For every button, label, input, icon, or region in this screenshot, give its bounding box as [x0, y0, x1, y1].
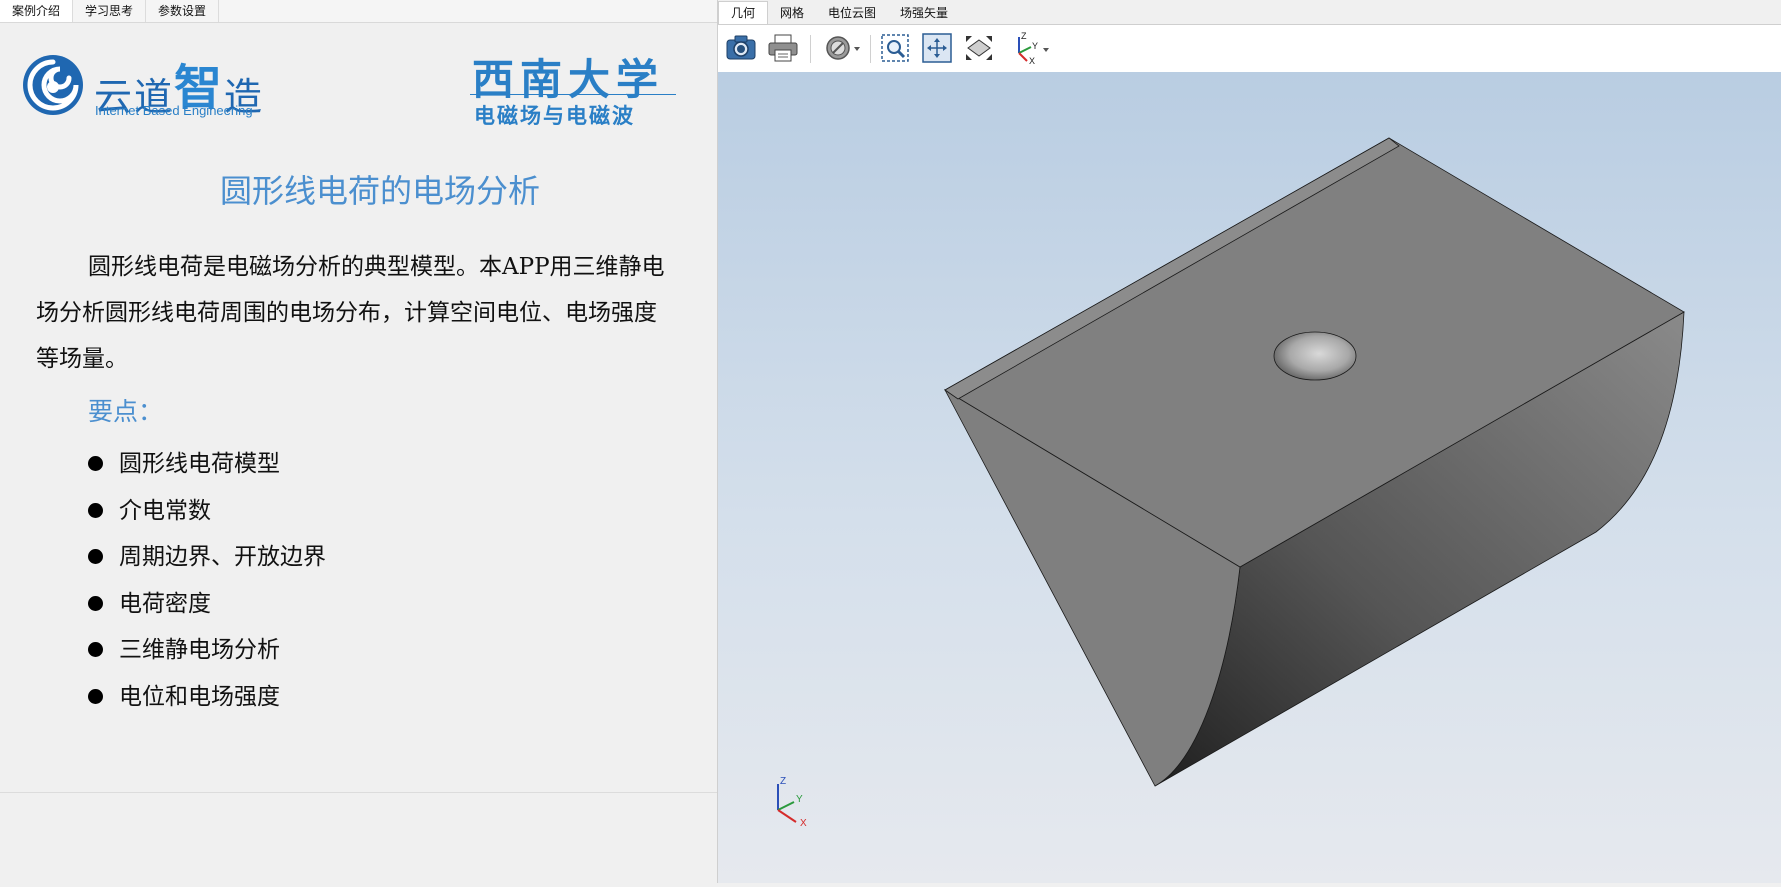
tab-field-vector[interactable]: 场强矢量: [888, 2, 960, 24]
svg-text:Y: Y: [1032, 41, 1038, 51]
graphics-tab-bar: 几何 网格 电位云图 场强矢量: [718, 0, 1781, 24]
key-point-text: 周期边界、开放边界: [119, 544, 326, 570]
bullet-icon: [88, 595, 103, 611]
tab-case-intro[interactable]: 案例介绍: [0, 0, 74, 22]
key-point-text: 电荷密度: [119, 590, 211, 617]
left-tab-bar: 案例介绍 学习思考 参数设置: [0, 0, 717, 23]
yundao-logo-icon: [23, 55, 83, 115]
tab-parameter-settings[interactable]: 参数设置: [146, 0, 220, 22]
list-item: 介电常数: [88, 493, 326, 540]
toolbar-separator: [870, 35, 871, 63]
page-title: 圆形线电荷的电场分析: [219, 172, 540, 210]
bullet-icon: [88, 502, 103, 518]
course-name: 电磁场与电磁波: [474, 103, 635, 128]
bullet-icon: [88, 688, 103, 704]
list-item: 周期边界、开放边界: [88, 539, 326, 586]
pan-icon[interactable]: [920, 31, 954, 65]
key-points-title: 要点：: [88, 397, 164, 426]
tab-mesh[interactable]: 网格: [768, 2, 816, 24]
geometry-model: Z Y X: [777, 137, 1685, 829]
key-point-text: 介电常数: [119, 497, 211, 524]
hole: [1273, 331, 1357, 381]
bullet-icon: [88, 642, 103, 657]
zoom-box-icon[interactable]: [878, 31, 912, 65]
camera-icon[interactable]: [724, 31, 758, 65]
3d-viewport[interactable]: Z Y X: [718, 72, 1781, 883]
list-item: 电荷密度: [88, 586, 326, 633]
print-icon[interactable]: [766, 31, 800, 65]
tab-potential-contour[interactable]: 电位云图: [816, 2, 888, 24]
svg-text:X: X: [1029, 56, 1035, 65]
left-panel: 案例介绍 学习思考 参数设置 云道智造 Internet Based Engin…: [0, 0, 718, 883]
panel-divider: [0, 792, 717, 793]
svg-text:Z: Z: [1021, 31, 1027, 41]
logo-subtitle: Internet Based Engineering: [95, 103, 253, 118]
key-points-list: 圆形线电荷模型 介电常数 周期边界、开放边界 电荷密度 三维静电场分析 电位和电…: [88, 446, 326, 725]
triad-y-label: Y: [796, 794, 803, 805]
toolbar-separator: [810, 35, 811, 63]
key-point-text: 电位和电场强度: [119, 683, 280, 710]
university-name: 西南大学: [472, 55, 665, 104]
graphics-toolbar: Z Y X: [718, 24, 1781, 73]
list-item: 圆形线电荷模型: [88, 446, 326, 493]
triad-x-label: X: [800, 818, 807, 829]
key-point-text: 三维静电场分析: [119, 637, 280, 663]
bullet-icon: [88, 456, 103, 471]
coordinate-triad: Z Y X: [777, 776, 807, 829]
tab-study-thinking[interactable]: 学习思考: [73, 0, 147, 22]
intro-paragraph: 圆形线电荷是电磁场分析的典型模型。本APP用三维静电场分析圆形线电荷周围的电场分…: [36, 254, 665, 372]
axis-orientation-icon[interactable]: Z Y X: [1008, 31, 1052, 65]
triad-z-label: Z: [780, 776, 786, 787]
list-item: 电位和电场强度: [88, 679, 326, 726]
no-entry-icon[interactable]: [822, 31, 866, 65]
tab-geometry[interactable]: 几何: [718, 1, 769, 24]
graphics-panel: 几何 网格 电位云图 场强矢量 Z Y X Z Y X: [718, 0, 1781, 883]
fit-view-icon[interactable]: [962, 31, 996, 65]
bullet-icon: [88, 549, 103, 564]
key-point-text: 圆形线电荷模型: [119, 451, 280, 477]
list-item: 三维静电场分析: [88, 632, 326, 679]
university-underline: [470, 94, 676, 95]
